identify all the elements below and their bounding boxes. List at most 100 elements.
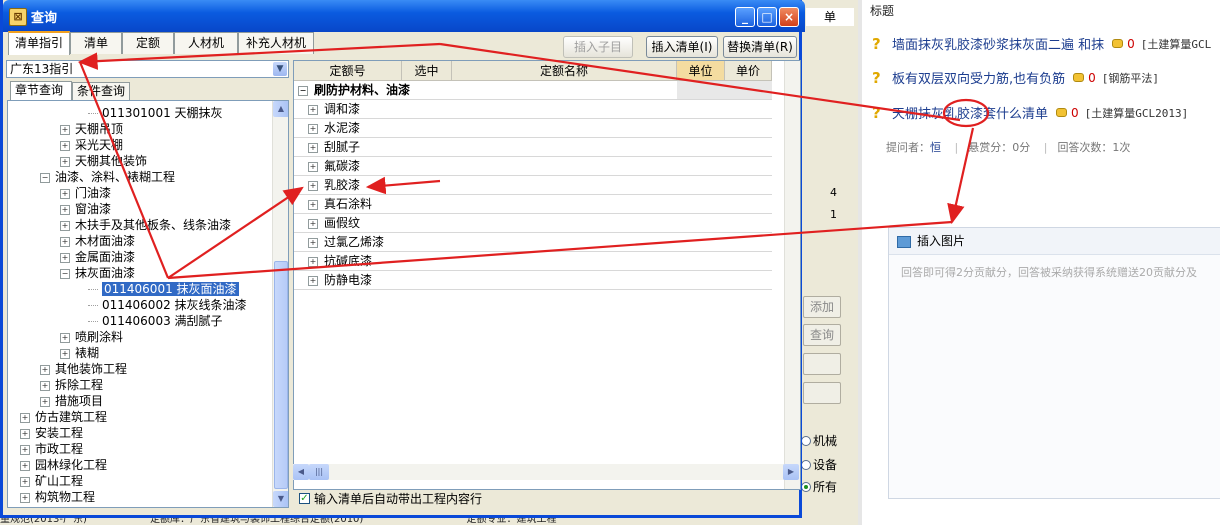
grid-header-unit-price[interactable]: 单价 (725, 61, 772, 81)
question-category[interactable]: [土建算量GCL2013] (1085, 105, 1189, 121)
scroll-down-icon[interactable]: ▼ (273, 491, 288, 507)
grid-row[interactable]: + 水泥漆 (294, 119, 772, 138)
tree-node[interactable]: + 仿古建筑工程 (20, 409, 107, 425)
expand-icon[interactable]: + (308, 256, 318, 267)
tree-node[interactable]: + 构筑物工程 (20, 489, 95, 505)
tree-node[interactable]: + 拆除工程 (40, 377, 103, 393)
expand-icon[interactable]: + (20, 412, 30, 423)
grid-row[interactable]: + 调和漆 (294, 100, 772, 119)
background-button-4[interactable] (803, 382, 841, 404)
collapse-icon[interactable]: − (298, 85, 308, 96)
expand-icon[interactable]: + (60, 220, 70, 231)
expand-icon[interactable]: + (308, 180, 318, 191)
scroll-left-icon[interactable]: ◀ (293, 464, 309, 480)
scroll-thumb[interactable]: ||| (309, 464, 329, 480)
tree-node[interactable]: + 其他装饰工程 (40, 361, 127, 377)
tree-node[interactable]: + 天棚其他装饰 (60, 153, 147, 169)
maximize-button[interactable]: □ (757, 7, 777, 27)
radio-equipment[interactable]: 设备 (801, 456, 837, 473)
expand-icon[interactable]: + (60, 236, 70, 247)
tab-list[interactable]: 清单 (70, 32, 122, 54)
scroll-thumb[interactable] (274, 261, 288, 489)
grid-row[interactable]: + 画假纹 (294, 214, 772, 233)
expand-icon[interactable]: + (308, 161, 318, 172)
tree-node[interactable]: 011406003 满刮腻子 (88, 313, 223, 329)
expand-icon[interactable]: + (40, 364, 50, 375)
replace-list-button[interactable]: 替换清单(R) (723, 36, 797, 58)
tab-quota[interactable]: 定额 (122, 32, 174, 54)
close-button[interactable]: × (779, 7, 799, 27)
expand-icon[interactable]: + (60, 332, 70, 343)
tree-node[interactable]: − 油漆、涂料、裱糊工程 (40, 169, 175, 185)
tree-node[interactable]: + 木扶手及其他板条、线条油漆 (60, 217, 231, 233)
grid-header-selected[interactable]: 选中 (402, 61, 452, 81)
question-item[interactable]: ? 板有双层双向受力筋,也有负筋 0 [钢筋平法] (872, 68, 1159, 88)
scroll-right-icon[interactable]: ▶ (783, 464, 799, 480)
question-item[interactable]: ? 天棚抹灰乳胶漆套什么清单 0 [土建算量GCL2013] (872, 103, 1189, 123)
grid-group-row[interactable]: − 刷防护材料、油漆 (294, 81, 772, 100)
radio-machinery[interactable]: 机械 (801, 432, 837, 449)
tree-node[interactable]: 011406002 抹灰线条油漆 (88, 297, 247, 313)
tree-node[interactable]: + 矿山工程 (20, 473, 83, 489)
question-link[interactable]: 天棚抹灰乳胶漆套什么清单 (892, 103, 1048, 122)
grid-vertical-scrollbar[interactable] (784, 61, 800, 489)
expand-icon[interactable]: + (60, 204, 70, 215)
tree-node[interactable]: + 金属面油漆 (60, 249, 135, 265)
answer-editor[interactable]: 插入图片 回答即可得2分贡献分，回答被采纳获得系统赠送20贡献分及 (888, 227, 1220, 499)
expand-icon[interactable]: + (308, 275, 318, 286)
grid-row[interactable]: + 抗碱底漆 (294, 252, 772, 271)
tab-labor-material-machine[interactable]: 人材机 (174, 32, 238, 54)
insert-child-button[interactable]: 插入子目 (563, 36, 633, 58)
tree-node[interactable]: + 市政工程 (20, 441, 83, 457)
expand-icon[interactable]: + (40, 396, 50, 407)
tree-node[interactable]: + 窗油漆 (60, 201, 111, 217)
subtab-condition-query[interactable]: 条件查询 (72, 82, 130, 100)
asker-name[interactable]: 恒 (930, 141, 941, 154)
expand-icon[interactable]: + (20, 492, 30, 503)
collapse-icon[interactable]: − (40, 172, 50, 183)
background-button-3[interactable] (803, 353, 841, 375)
tree-node[interactable]: − 抹灰面油漆 (60, 265, 135, 281)
grid-row[interactable]: + 真石涂料 (294, 195, 772, 214)
expand-icon[interactable]: + (308, 199, 318, 210)
collapse-icon[interactable]: − (60, 268, 70, 279)
grid-header-quota-no[interactable]: 定额号 (294, 61, 402, 81)
subtab-chapter-query[interactable]: 章节查询 (10, 81, 72, 100)
background-query-button[interactable]: 查询 (803, 324, 841, 346)
question-category[interactable]: [土建算量GCL (1141, 36, 1212, 52)
minimize-button[interactable]: _ (735, 7, 755, 27)
grid-horizontal-scrollbar[interactable]: ◀ ||| ▶ (293, 464, 799, 480)
expand-icon[interactable]: + (20, 476, 30, 487)
expand-icon[interactable]: + (60, 252, 70, 263)
dialog-titlebar[interactable]: ⊠ 查询 _ □ × (3, 0, 805, 32)
background-add-button[interactable]: 添加 (803, 296, 841, 318)
grid-row[interactable]: + 过氯乙烯漆 (294, 233, 772, 252)
insert-list-button[interactable]: 插入清单(I) (646, 36, 718, 58)
tree-node[interactable]: + 喷刷涂料 (60, 329, 123, 345)
grid-header-unit[interactable]: 单位 (677, 61, 725, 81)
chapter-tree[interactable]: 011301001 天棚抹灰 + 天棚吊顶 + 采光天棚 + 天棚其他装饰 − 油漆、涂料、裱糊… (7, 100, 289, 508)
expand-icon[interactable]: + (20, 428, 30, 439)
question-link[interactable]: 板有双层双向受力筋,也有负筋 (892, 68, 1065, 87)
tree-node[interactable]: + 措施项目 (40, 393, 103, 409)
expand-icon[interactable]: + (308, 104, 318, 115)
tree-node[interactable]: + 安装工程 (20, 425, 83, 441)
grid-row[interactable]: + 刮腻子 (294, 138, 772, 157)
tree-node[interactable]: 011406001 抹灰面油漆 (88, 281, 239, 297)
expand-icon[interactable]: + (308, 237, 318, 248)
expand-icon[interactable]: + (308, 218, 318, 229)
tree-node[interactable]: + 采光天棚 (60, 137, 123, 153)
tree-node[interactable]: + 木材面油漆 (60, 233, 135, 249)
tree-node[interactable]: 011301001 天棚抹灰 (88, 105, 223, 121)
expand-icon[interactable]: + (40, 380, 50, 391)
grid-row[interactable]: + 氟碳漆 (294, 157, 772, 176)
expand-icon[interactable]: + (60, 156, 70, 167)
insert-image-button[interactable]: 插入图片 (917, 234, 965, 248)
expand-icon[interactable]: + (60, 140, 70, 151)
tree-node[interactable]: + 天棚吊顶 (60, 121, 123, 137)
expand-icon[interactable]: + (60, 188, 70, 199)
tree-vertical-scrollbar[interactable]: ▲ ▼ (272, 101, 288, 507)
tree-node[interactable]: + 园林绿化工程 (20, 457, 107, 473)
tab-supplementary-lmm[interactable]: 补充人材机 (238, 32, 314, 54)
chevron-down-icon[interactable]: ▼ (273, 62, 287, 76)
